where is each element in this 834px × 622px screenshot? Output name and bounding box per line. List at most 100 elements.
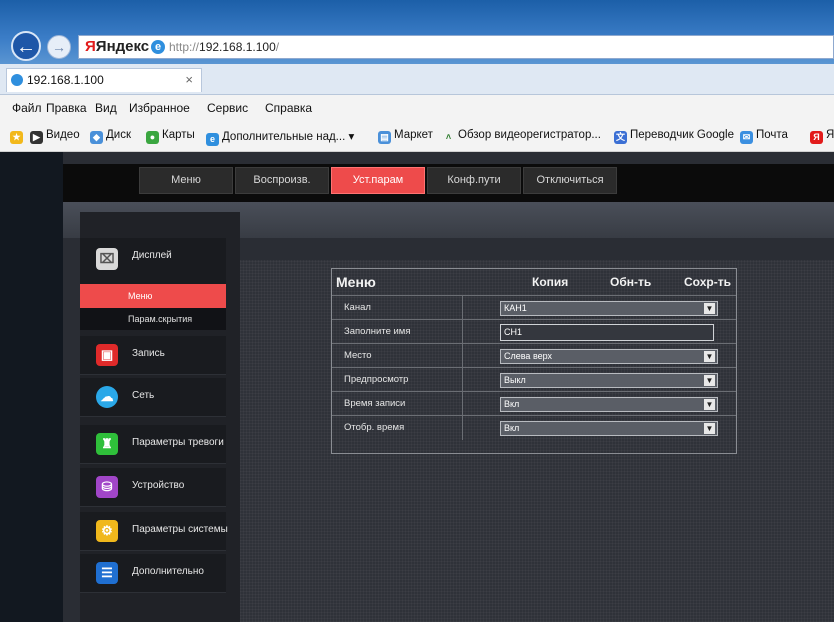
- record-icon: ▣: [96, 344, 118, 366]
- back-arrow-icon[interactable]: ←: [11, 31, 41, 61]
- show-time-label: Отобр. время: [344, 422, 405, 433]
- dropdown-arrow-icon[interactable]: ▼: [704, 375, 715, 386]
- mail-icon: ✉: [740, 131, 753, 144]
- show-time-select[interactable]: Вкл ▼: [500, 421, 718, 436]
- sidebar-network-label: Сеть: [132, 390, 155, 401]
- translate-icon: 文: [614, 131, 627, 144]
- fav-yandex[interactable]: ЯЯ: [810, 129, 834, 144]
- sidebar-alarm-label: Параметры тревоги: [132, 437, 224, 448]
- show-time-value: Вкл: [504, 423, 520, 433]
- position-select[interactable]: Слева верх ▼: [500, 349, 718, 364]
- sidebar-item-display[interactable]: ⌧ Дисплей: [80, 238, 226, 285]
- menu-favorites[interactable]: Избранное: [129, 101, 190, 115]
- yandex-logo: ЯЯндекс: [85, 38, 150, 55]
- row-divider: [462, 344, 463, 368]
- copy-button[interactable]: Копия: [532, 275, 568, 289]
- video-icon: ▶: [30, 131, 43, 144]
- alarm-icon: ♜: [96, 433, 118, 455]
- row-name: Заполните имя CH1: [332, 319, 736, 344]
- save-button[interactable]: Сохр-ть: [684, 275, 731, 289]
- menu-file[interactable]: Файл: [12, 101, 42, 115]
- dropdown-arrow-icon[interactable]: ▼: [704, 351, 715, 362]
- menu-tools[interactable]: Сервис: [207, 101, 248, 115]
- dropdown-arrow-icon[interactable]: ▼: [704, 423, 715, 434]
- menu-edit[interactable]: Правка: [46, 101, 87, 115]
- sidebar-item-network[interactable]: ☁ Сеть: [80, 378, 226, 417]
- left-dark-bar: [0, 152, 63, 622]
- sidebar-item-device[interactable]: ⛁ Устройство: [80, 468, 226, 507]
- sidebar-item-record[interactable]: ▣ Запись: [80, 336, 226, 375]
- row-divider: [462, 416, 463, 440]
- ie-fav-icon: e: [206, 133, 219, 146]
- row-divider: [462, 368, 463, 392]
- dropdown-arrow-icon[interactable]: ▼: [704, 303, 715, 314]
- menu-view[interactable]: Вид: [95, 101, 117, 115]
- preview-label: Предпросмотр: [344, 374, 409, 385]
- channel-name-input[interactable]: CH1: [500, 324, 714, 341]
- fav-review[interactable]: ˄ Обзор видеорегистратор...: [442, 129, 601, 144]
- nav-menu[interactable]: Меню: [139, 167, 233, 194]
- channel-label: Канал: [344, 302, 371, 313]
- channel-select[interactable]: КАН1 ▼: [500, 301, 718, 316]
- position-label: Место: [344, 350, 372, 361]
- yandex-icon: Я: [810, 131, 823, 144]
- tab-close-icon[interactable]: ×: [185, 72, 193, 87]
- sidebar-system-label: Параметры системы: [132, 524, 228, 535]
- ie-icon: e: [151, 40, 165, 54]
- tab-dvr[interactable]: 192.168.1.100 ×: [6, 68, 202, 92]
- fav-mail-label: Почта: [756, 129, 788, 141]
- fav-disk[interactable]: ◆ Диск: [90, 129, 131, 144]
- nav-settings[interactable]: Уст.парам: [331, 167, 425, 194]
- fav-maps[interactable]: ● Карты: [146, 129, 195, 144]
- row-channel: Канал КАН1 ▼: [332, 295, 736, 320]
- sidebar-subitem-menu[interactable]: Меню: [80, 284, 226, 308]
- fav-video[interactable]: ▶ Видео: [30, 129, 80, 144]
- record-time-value: Вкл: [504, 399, 520, 409]
- url-suffix: /: [275, 40, 280, 54]
- url-text[interactable]: http://192.168.1.100/: [169, 40, 279, 54]
- url-prefix: http://: [169, 40, 200, 54]
- review-icon: ˄: [445, 132, 452, 142]
- ie-tab-icon: [11, 74, 23, 86]
- sidebar-item-system[interactable]: ⚙ Параметры системы: [80, 512, 228, 551]
- display-settings-panel: Меню Копия Обн-ть Сохр-ть Канал КАН1 ▼ За…: [331, 268, 737, 454]
- favorites-star-icon[interactable]: ★: [10, 129, 26, 144]
- address-bar[interactable]: ЯЯндекс e http://192.168.1.100/: [78, 35, 834, 59]
- fav-addons[interactable]: e Дополнительные над... ▾: [206, 129, 354, 146]
- advanced-list-icon: ☰: [96, 562, 118, 584]
- fav-mail[interactable]: ✉ Почта: [740, 129, 788, 144]
- preview-select[interactable]: Выкл ▼: [500, 373, 718, 388]
- settings-sidebar: ⌧ Дисплей Меню Парам.скрытия ▣ Запись ☁ …: [80, 212, 240, 622]
- refresh-button[interactable]: Обн-ть: [610, 275, 651, 289]
- sidebar-display-label: Дисплей: [132, 250, 172, 261]
- name-label: Заполните имя: [344, 326, 411, 337]
- sidebar-item-alarm[interactable]: ♜ Параметры тревоги: [80, 425, 226, 464]
- tab-title: 192.168.1.100: [27, 73, 104, 87]
- tab-strip: 192.168.1.100 ×: [0, 64, 834, 95]
- dvr-top-nav: Меню Воспроизв. Уст.парам Конф.пути Откл…: [63, 164, 834, 202]
- market-icon: ▤: [378, 131, 391, 144]
- panel-title: Меню: [336, 274, 376, 290]
- search-brand: Яндекс: [95, 38, 150, 55]
- sidebar-item-advanced[interactable]: ☰ Дополнительно: [80, 554, 226, 593]
- forward-arrow-icon[interactable]: →: [47, 35, 71, 59]
- nav-playback[interactable]: Воспроизв.: [235, 167, 329, 194]
- system-gears-icon: ⚙: [96, 520, 118, 542]
- fav-disk-label: Диск: [106, 129, 131, 141]
- row-preview: Предпросмотр Выкл ▼: [332, 367, 736, 392]
- position-value: Слева верх: [504, 351, 553, 361]
- row-record-time: Время записи Вкл ▼: [332, 391, 736, 416]
- network-icon: ☁: [96, 386, 118, 408]
- fav-translate[interactable]: 文 Переводчик Google: [614, 129, 734, 144]
- fav-market[interactable]: ▤ Маркет: [378, 129, 433, 144]
- sidebar-device-label: Устройство: [132, 480, 185, 491]
- fav-yandex-label: Я: [826, 129, 834, 141]
- menu-help[interactable]: Справка: [265, 101, 312, 115]
- record-time-select[interactable]: Вкл ▼: [500, 397, 718, 412]
- sidebar-subitem-privacy[interactable]: Парам.скрытия: [80, 308, 226, 330]
- dropdown-arrow-icon[interactable]: ▼: [704, 399, 715, 410]
- disk-icon: ◆: [90, 131, 103, 144]
- sidebar-advanced-label: Дополнительно: [132, 566, 204, 577]
- nav-path-config[interactable]: Конф.пути: [427, 167, 521, 194]
- nav-disconnect[interactable]: Отключиться: [523, 167, 617, 194]
